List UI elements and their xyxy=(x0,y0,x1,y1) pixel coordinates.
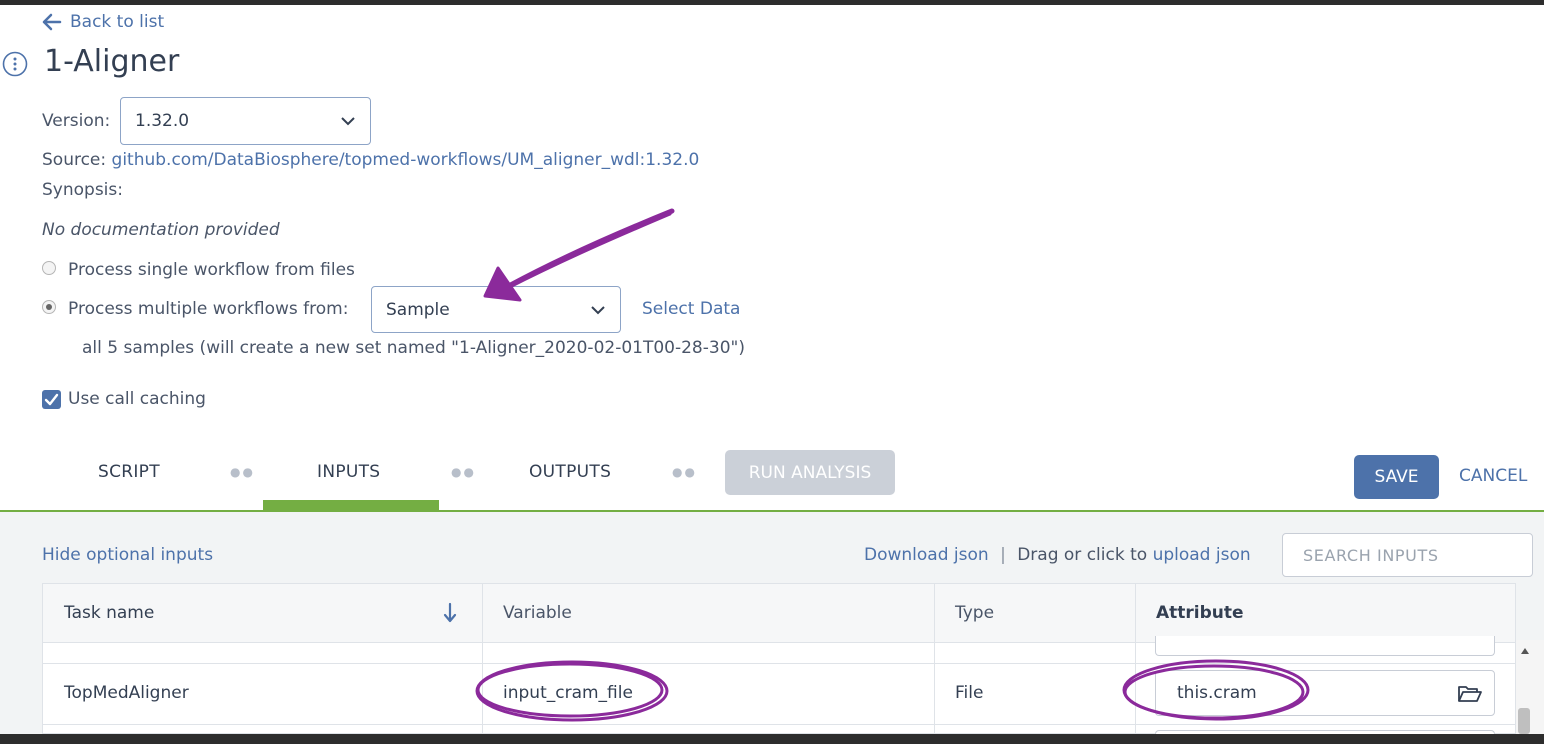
annotation-circle-variable xyxy=(475,660,669,722)
annotation-circle-attribute xyxy=(1122,659,1310,721)
annotation-overlay xyxy=(475,208,1310,722)
window-bottom-border xyxy=(0,734,1544,744)
annotation-arrow xyxy=(483,208,675,302)
